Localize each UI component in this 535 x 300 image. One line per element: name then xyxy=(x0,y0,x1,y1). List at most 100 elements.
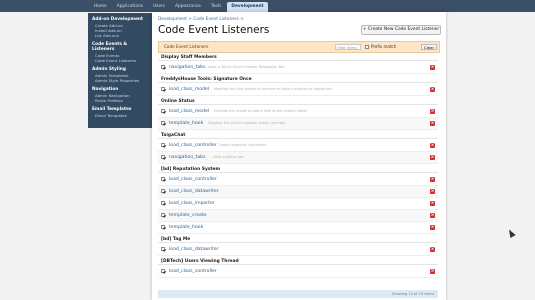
listener-description: Adds a Tab to Forum Header Navigation Ba… xyxy=(208,65,285,69)
tab-home[interactable]: Home xyxy=(90,2,111,12)
checkbox-checked-icon[interactable] xyxy=(161,247,165,251)
sidebar-heading: Add-on Development xyxy=(92,17,143,22)
sidebar-heading: Code Events & Listeners xyxy=(92,42,128,52)
list-item: load_class_datawriter × xyxy=(158,244,438,256)
tab-development[interactable]: Development xyxy=(227,2,268,12)
checkbox-checked-icon[interactable] xyxy=(161,65,165,69)
checkbox-checked-icon[interactable] xyxy=(161,213,165,217)
listener-description: Adds chatbox tab xyxy=(213,155,244,159)
listener-link[interactable]: template_create xyxy=(169,213,207,218)
sidebar-heading: Email Templates xyxy=(92,107,132,112)
listener-link[interactable]: template_hook xyxy=(169,225,203,230)
item-count: Showing 13 of 13 items xyxy=(392,292,435,296)
top-nav-tabs: Home Applications Users Appearance Tools… xyxy=(90,2,268,12)
listener-link[interactable]: navigation_tabs xyxy=(169,155,205,160)
list-item: load_class_datawriter × xyxy=(158,186,438,198)
delete-x-icon[interactable]: × xyxy=(430,143,435,148)
delete-x-icon[interactable]: × xyxy=(430,109,435,114)
delete-x-icon[interactable]: × xyxy=(430,225,435,230)
group-heading: [bd] Tag Me xyxy=(158,236,438,243)
listener-link[interactable]: template_hook xyxy=(169,121,203,126)
checkbox-checked-icon[interactable] xyxy=(161,155,165,159)
sidebar-item-list-addons[interactable]: List Add-ons xyxy=(88,33,152,38)
delete-x-icon[interactable]: × xyxy=(430,177,435,182)
list-item: navigation_tabs Adds chatbox tab × xyxy=(158,152,438,164)
group-heading: Display Staff Members xyxy=(158,54,438,61)
listener-description: Modifies the Post model to remove multip… xyxy=(214,87,332,91)
delete-x-icon[interactable]: × xyxy=(430,247,435,252)
sidebar-item-code-event-listeners[interactable]: Code Event Listeners xyxy=(88,58,152,63)
listener-link[interactable]: load_class_controller xyxy=(169,143,217,148)
checkbox-checked-icon[interactable] xyxy=(161,121,165,125)
prefix-match-checkbox[interactable] xyxy=(365,44,369,49)
list-title: Code Event Listeners xyxy=(164,44,209,49)
mouse-cursor-icon xyxy=(506,228,516,238)
prefix-match-label: Prefix match xyxy=(371,44,397,49)
checkbox-checked-icon[interactable] xyxy=(161,87,165,91)
sidebar-item-route-prefixes[interactable]: Route Prefixes xyxy=(88,98,152,103)
list-footer: Showing 13 of 13 items xyxy=(158,290,438,298)
tab-users[interactable]: Users xyxy=(149,2,169,12)
filter-input[interactable]: Filter items xyxy=(335,43,361,50)
delete-x-icon[interactable]: × xyxy=(430,87,435,92)
sidebar: Add-on Development Create Add-on Install… xyxy=(88,13,152,128)
clear-button[interactable]: Clear xyxy=(421,43,437,50)
sidebar-group-addon-development: Add-on Development Create Add-on Install… xyxy=(88,16,152,38)
group-heading: [DBTech] Users Viewing Thread xyxy=(158,258,438,265)
listener-description: Displays the online indicator within mem… xyxy=(208,121,286,125)
sidebar-item-admin-style-properties[interactable]: Admin Style Properties xyxy=(88,78,152,83)
checkbox-checked-icon[interactable] xyxy=(161,109,165,113)
sidebar-heading: Admin Styling xyxy=(92,67,126,72)
list-item: load_class_controller × xyxy=(158,266,438,278)
list-item: template_create × xyxy=(158,210,438,222)
tab-applications[interactable]: Applications xyxy=(113,2,147,12)
delete-x-icon[interactable]: × xyxy=(430,269,435,274)
listener-link[interactable]: load_class_importer xyxy=(169,201,215,206)
delete-x-icon[interactable]: × xyxy=(430,155,435,160)
delete-x-icon[interactable]: × xyxy=(430,65,435,70)
filter-bar: Code Event Listeners Filter items Prefix… xyxy=(158,41,440,53)
checkbox-checked-icon[interactable] xyxy=(161,143,165,147)
listener-link[interactable]: navigation_tabs xyxy=(169,65,205,70)
tab-tools[interactable]: Tools xyxy=(207,2,226,12)
list-item: template_hook × xyxy=(158,222,438,234)
group-heading: TaigaChat xyxy=(158,132,438,139)
breadcrumb: Development > Code Event Listeners > xyxy=(158,17,244,22)
list-item: load_class_model Modifies the Post model… xyxy=(158,84,438,96)
listener-description: Extends the model to add a field to the … xyxy=(214,109,307,113)
list-item: template_hook Displays the online indica… xyxy=(158,118,438,130)
list-item: navigation_tabs Adds a Tab to Forum Head… xyxy=(158,62,438,74)
create-listener-button[interactable]: + Create New Code Event Listener xyxy=(361,25,441,35)
sidebar-group-email-templates: Email Templates Email Templates xyxy=(88,106,152,118)
checkbox-checked-icon[interactable] xyxy=(161,189,165,193)
checkbox-checked-icon[interactable] xyxy=(161,269,165,273)
checkbox-checked-icon[interactable] xyxy=(161,201,165,205)
sidebar-group-navigation: Navigation Admin Navigation Route Prefix… xyxy=(88,86,152,103)
checkbox-checked-icon[interactable] xyxy=(161,177,165,181)
listener-link[interactable]: load_class_controller xyxy=(169,177,217,182)
delete-x-icon[interactable]: × xyxy=(430,213,435,218)
top-nav-bar: Home Applications Users Appearance Tools… xyxy=(0,0,535,12)
delete-x-icon[interactable]: × xyxy=(430,121,435,126)
listener-link[interactable]: load_class_datawriter xyxy=(169,189,219,194)
listener-link[interactable]: load_class_datawriter xyxy=(169,247,219,252)
page-title: Code Event Listeners xyxy=(158,24,270,36)
delete-x-icon[interactable]: × xyxy=(430,201,435,206)
checkbox-checked-icon[interactable] xyxy=(161,225,165,229)
tab-appearance[interactable]: Appearance xyxy=(171,2,205,12)
listener-link[interactable]: load_class_controller xyxy=(169,269,217,274)
list-item: load_class_controller × xyxy=(158,174,438,186)
group-heading: FreddysHouse Tools: Signature Once xyxy=(158,76,438,83)
sidebar-group-code-events: Code Events & Listeners Code Events Code… xyxy=(88,41,152,63)
list-item: load_class_model Extends the model to ad… xyxy=(158,106,438,118)
listener-link[interactable]: load_class_model xyxy=(169,109,209,114)
list-item: load_class_controller Loads taigachat co… xyxy=(158,140,438,152)
listener-link[interactable]: load_class_model xyxy=(169,87,209,92)
main-content: Development > Code Event Listeners > Cod… xyxy=(152,12,446,300)
breadcrumb-item-development[interactable]: Development > xyxy=(158,17,192,22)
listener-description: Loads taigachat controllers xyxy=(219,143,267,147)
sidebar-item-email-templates[interactable]: Email Templates xyxy=(88,113,152,118)
delete-x-icon[interactable]: × xyxy=(430,189,435,194)
list-item: load_class_importer × xyxy=(158,198,438,210)
breadcrumb-item-code-event-listeners[interactable]: Code Event Listeners > xyxy=(193,17,244,22)
